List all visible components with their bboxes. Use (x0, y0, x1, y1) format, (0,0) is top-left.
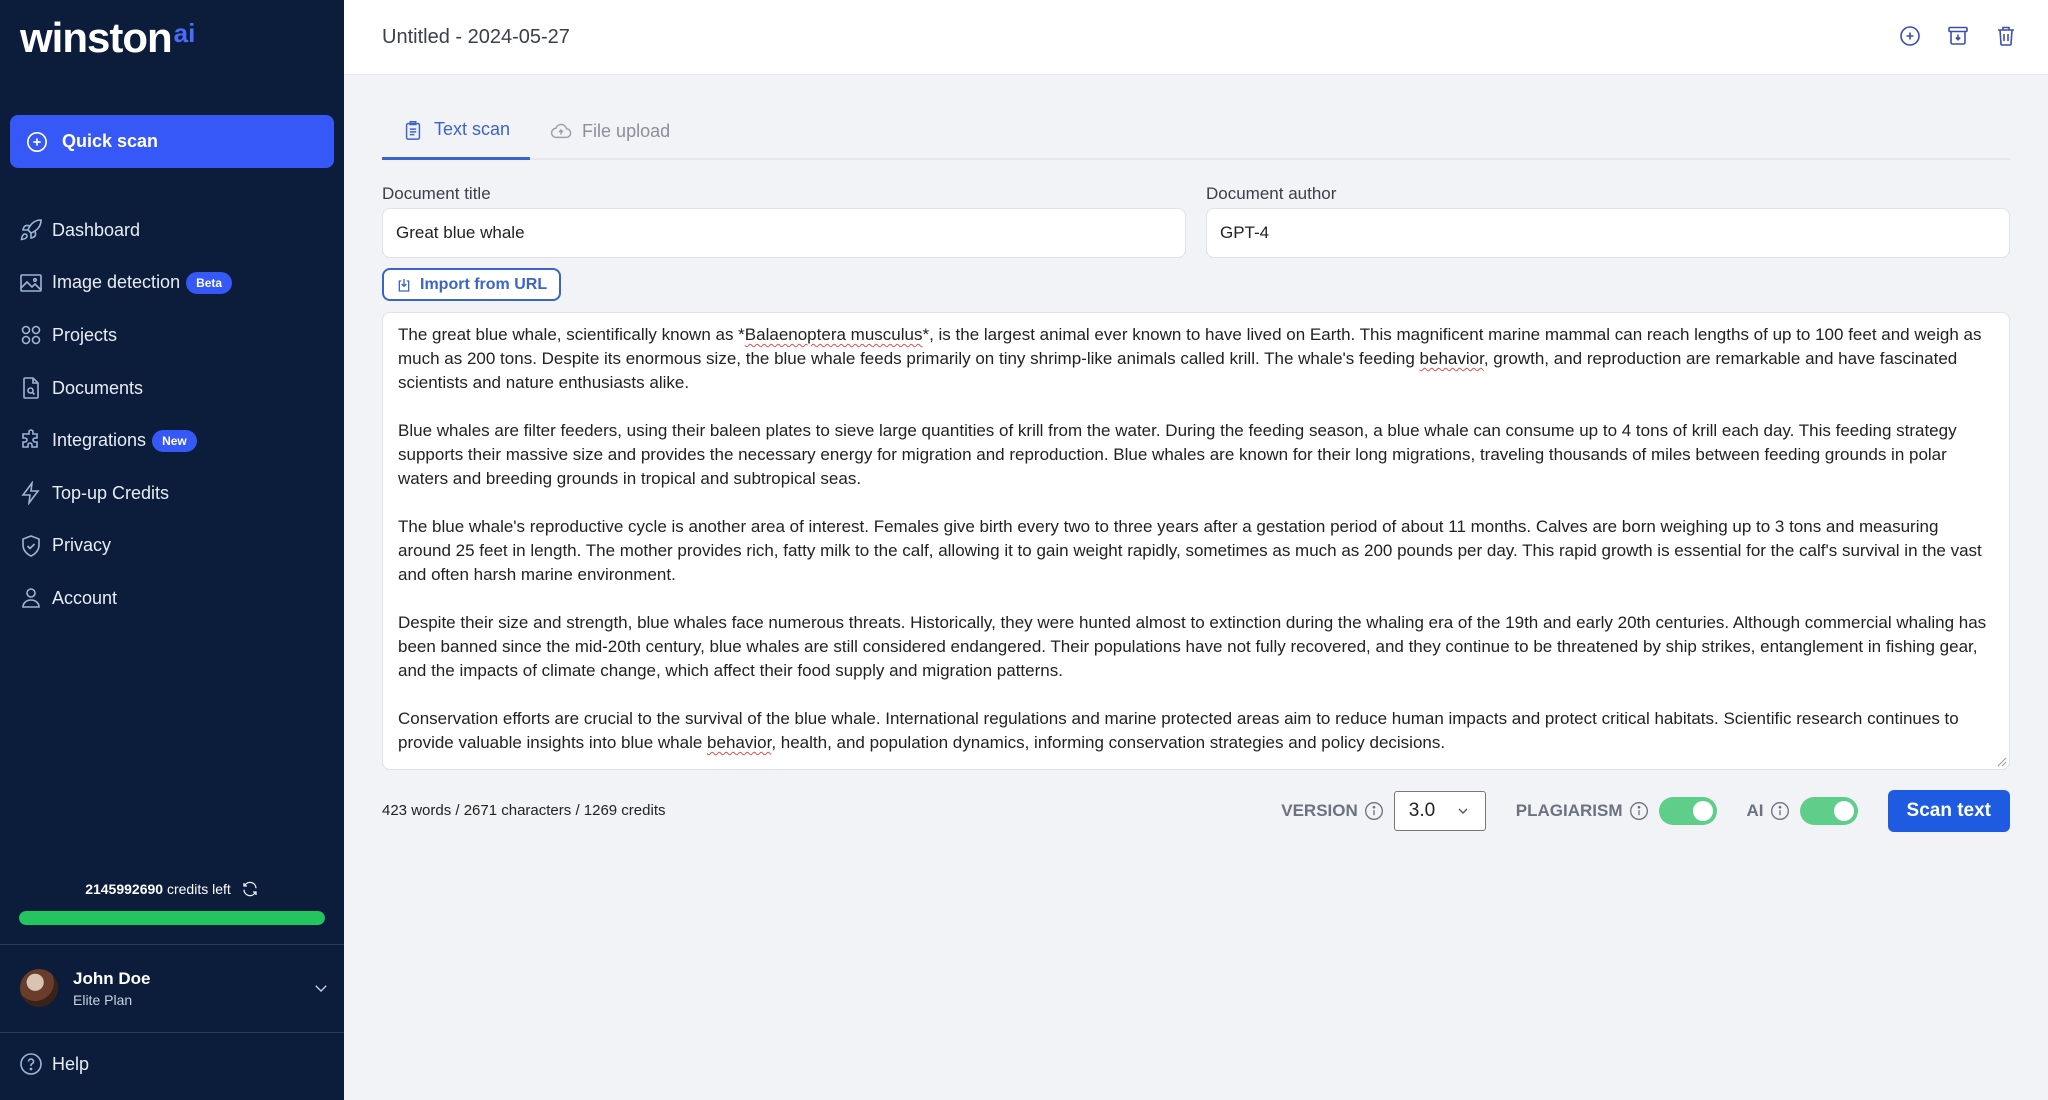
sidebar-item-label: Projects (52, 324, 118, 345)
image-icon (20, 274, 42, 292)
resize-handle-icon[interactable] (1995, 755, 2007, 767)
sidebar-item-integrations[interactable]: Integrations New (0, 414, 344, 467)
sidebar-item-account[interactable]: Account (0, 572, 344, 625)
refresh-icon[interactable] (241, 880, 259, 898)
chevron-down-icon (1458, 808, 1468, 814)
credits-suffix: credits left (166, 881, 231, 897)
beta-badge: Beta (186, 271, 233, 294)
import-from-url-button[interactable]: Import from URL (382, 268, 562, 301)
text-input-area[interactable]: The great blue whale, scientifically kno… (382, 312, 2010, 770)
import-icon (398, 278, 410, 292)
paragraph: Blue whales are filter feeders, using th… (398, 421, 1957, 488)
sidebar-item-projects[interactable]: Projects (0, 309, 344, 362)
new-badge: New (152, 429, 197, 452)
header: Untitled - 2024-05-27 (344, 0, 2048, 75)
user-name: John Doe (73, 968, 151, 988)
ai-toggle[interactable] (1799, 797, 1858, 825)
quick-scan-button[interactable]: Quick scan (10, 115, 334, 168)
user-icon (22, 588, 40, 609)
toggle-knob (1692, 801, 1713, 821)
sidebar-item-label: Dashboard (52, 219, 141, 240)
credits-progress-bar (19, 911, 325, 925)
user-menu[interactable]: John Doe Elite Plan (20, 965, 330, 1011)
sidebar-item-documents[interactable]: Documents (0, 362, 344, 415)
sidebar-item-label: Integrations (52, 430, 147, 451)
info-icon[interactable] (1364, 801, 1384, 821)
avatar (20, 969, 58, 1007)
clipboard-icon (405, 120, 421, 140)
help-link[interactable]: Help (19, 1052, 89, 1076)
chevron-down-icon (315, 985, 327, 992)
spellcheck-mark: behavior (707, 733, 772, 752)
sidebar: winstonai Quick scan Dashboard Image det… (0, 0, 344, 1100)
shield-check-icon (22, 535, 40, 557)
document-search-icon (23, 377, 39, 399)
document-author-input[interactable] (1206, 208, 2010, 258)
sidebar-item-label: Privacy (52, 535, 112, 556)
ai-label: AI (1746, 801, 1764, 820)
credits-left: 2145992690 credits left (0, 880, 344, 898)
header-actions (1898, 24, 2018, 48)
cloud-upload-icon (550, 123, 572, 139)
info-icon[interactable] (1629, 801, 1649, 821)
plagiarism-toggle[interactable] (1658, 797, 1717, 825)
document-title-label: Document title (382, 184, 491, 203)
sidebar-item-label: Documents (52, 377, 144, 398)
tab-label: Text scan (434, 119, 511, 139)
page-title[interactable]: Untitled - 2024-05-27 (382, 26, 570, 49)
puzzle-icon (22, 428, 38, 448)
text-stats: 423 words / 2671 characters / 1269 credi… (382, 802, 666, 819)
sidebar-item-top-up-credits[interactable]: Top-up Credits (0, 467, 344, 520)
plus-circle-icon (27, 131, 47, 152)
rocket-icon (20, 219, 42, 241)
plagiarism-label: PLAGIARISM (1515, 801, 1623, 820)
logo-suffix: ai (173, 18, 196, 48)
document-title-input[interactable] (382, 208, 1186, 258)
logo-text: winston (20, 14, 173, 61)
sidebar-nav: Dashboard Image detection Beta Projects … (0, 204, 344, 625)
quick-scan-label: Quick scan (62, 131, 159, 151)
sidebar-item-label: Top-up Credits (52, 482, 170, 503)
document-author-label: Document author (1206, 184, 1337, 203)
paragraph: Despite their size and strength, blue wh… (398, 613, 1987, 680)
version-select[interactable]: 3.0 (1393, 791, 1486, 831)
sidebar-item-label: Account (52, 587, 118, 608)
credits-count: 2145992690 (85, 881, 164, 897)
paragraph: The great blue whale, scientifically kno… (398, 325, 1982, 392)
logo[interactable]: winstonai (20, 14, 195, 62)
spellcheck-mark: Balaenoptera musculus (744, 325, 923, 344)
sidebar-item-privacy[interactable]: Privacy (0, 520, 344, 573)
toggle-knob (1833, 801, 1854, 821)
tab-label: File upload (582, 120, 671, 141)
trash-icon[interactable] (1994, 24, 2018, 48)
scan-tabs: Text scan File upload (382, 102, 2010, 160)
version-value: 3.0 (1408, 800, 1436, 821)
grid-icon (21, 326, 41, 345)
help-label: Help (52, 1053, 90, 1074)
info-icon[interactable] (1770, 801, 1790, 821)
help-icon (20, 1053, 42, 1075)
sidebar-item-dashboard[interactable]: Dashboard (0, 204, 344, 257)
divider (0, 944, 344, 945)
divider (0, 1032, 344, 1033)
sidebar-item-image-detection[interactable]: Image detection Beta (0, 257, 344, 310)
scan-text-button[interactable]: Scan text (1887, 790, 2010, 832)
sidebar-item-label: Image detection (52, 272, 181, 293)
archive-icon[interactable] (1946, 24, 1970, 48)
lightning-icon (21, 481, 40, 506)
user-plan: Elite Plan (73, 991, 133, 1008)
spellcheck-mark: behavior (1419, 349, 1484, 368)
import-label: Import from URL (420, 275, 548, 293)
add-icon[interactable] (1898, 24, 1922, 48)
credits-progress-fill (19, 911, 325, 925)
scan-controls: VERSION 3.0 PLAGIARISM AI Scan text (1281, 790, 2010, 832)
tab-text-scan[interactable]: Text scan (382, 102, 531, 160)
tab-file-upload[interactable]: File upload (530, 102, 690, 160)
paragraph: Conservation efforts are crucial to the … (398, 709, 1959, 752)
version-label: VERSION (1281, 801, 1358, 820)
paragraph: The blue whale's reproductive cycle is a… (398, 517, 1982, 584)
